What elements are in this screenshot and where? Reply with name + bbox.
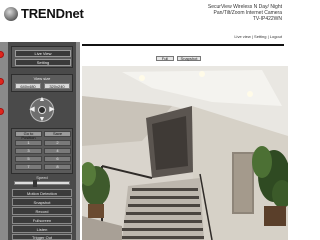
camera-web-ui: TRENDnet SecurView Wireless N Day/ Night… bbox=[0, 0, 288, 240]
preset-cell[interactable]: 5 bbox=[15, 156, 42, 162]
stairwell-shadow bbox=[152, 116, 188, 170]
live-view-label: Live View bbox=[34, 51, 52, 56]
record-label: Record bbox=[35, 208, 49, 214]
pan-down-icon[interactable]: ▼ bbox=[38, 116, 46, 124]
save-header: Save bbox=[44, 131, 71, 137]
preset-cell[interactable]: 6 bbox=[44, 156, 71, 162]
video-toolbar: Full Snapshot bbox=[82, 44, 284, 64]
preset-header-row: Go to Position Save bbox=[14, 131, 72, 140]
preset-cell[interactable]: 2 bbox=[44, 140, 71, 146]
preset-row: 3 4 bbox=[14, 148, 72, 154]
door-panel bbox=[234, 154, 252, 212]
live-video-frame[interactable] bbox=[82, 66, 288, 240]
trigger-out-label: Trigger Out bbox=[31, 234, 53, 240]
preset-cell[interactable]: 1 bbox=[15, 140, 42, 146]
preset-row: 7 8 bbox=[14, 164, 72, 170]
ceiling-light-icon bbox=[139, 75, 145, 81]
full-view-button[interactable]: Full bbox=[156, 56, 174, 61]
preset-cell[interactable]: 7 bbox=[15, 164, 42, 170]
callout-marker-3 bbox=[0, 108, 4, 115]
product-model: TV-IP422WN bbox=[252, 16, 282, 22]
railing bbox=[101, 165, 153, 179]
view-size-option-1-label: 640x480 bbox=[20, 83, 36, 89]
view-size-box: View size 640x480 320x240 bbox=[11, 74, 73, 92]
setting-button[interactable]: Setting bbox=[15, 59, 71, 66]
logo-text: TRENDnet bbox=[21, 6, 84, 21]
callout-marker-2 bbox=[0, 78, 4, 85]
view-size-option-2[interactable]: 320x240 bbox=[44, 83, 70, 89]
video-area: Full Snapshot bbox=[80, 40, 288, 240]
ceiling-light-icon bbox=[199, 71, 205, 77]
top-nav-links[interactable]: Live view | Setting | Logout bbox=[234, 34, 282, 39]
callout-marker-1 bbox=[0, 51, 4, 58]
snapshot-label: Snapshot bbox=[33, 199, 51, 205]
fullscreen-button[interactable]: Fullscreen bbox=[12, 216, 72, 224]
plant-left bbox=[82, 162, 110, 218]
speed-slider[interactable] bbox=[14, 180, 70, 187]
header: TRENDnet SecurView Wireless N Day/ Night… bbox=[0, 0, 288, 40]
setting-label: Setting bbox=[36, 60, 50, 65]
fullscreen-label: Fullscreen bbox=[32, 217, 52, 223]
view-mode-box: Live View Setting bbox=[11, 46, 73, 68]
motion-detection-label: Motion Detection bbox=[26, 190, 57, 196]
speed-label: Speed bbox=[36, 175, 48, 180]
view-size-label: View size bbox=[33, 76, 51, 81]
listen-label: Listen bbox=[36, 226, 48, 232]
record-button[interactable]: Record bbox=[12, 207, 72, 215]
pan-up-icon[interactable]: ▲ bbox=[38, 96, 46, 104]
preset-row: 1 2 bbox=[14, 140, 72, 146]
preset-grid: Go to Position Save 1 2 3 4 5 6 7 8 bbox=[11, 128, 73, 174]
left-control-panel: Live View Setting View size 640x480 320x… bbox=[0, 42, 80, 240]
listen-button[interactable]: Listen bbox=[12, 225, 72, 233]
live-view-button[interactable]: Live View bbox=[15, 50, 71, 57]
preset-row: 5 6 bbox=[14, 156, 72, 162]
video-snapshot-label: Snapshot bbox=[180, 56, 198, 61]
view-size-option-2-label: 320x240 bbox=[49, 83, 65, 89]
pan-right-icon[interactable]: ▶ bbox=[48, 106, 56, 114]
ptz-home-button[interactable] bbox=[38, 106, 46, 114]
logo-mark-icon bbox=[4, 6, 18, 21]
pan-left-icon[interactable]: ◀ bbox=[28, 106, 36, 114]
snapshot-button[interactable]: Snapshot bbox=[12, 198, 72, 206]
trigger-out-button[interactable]: Trigger Out bbox=[12, 234, 72, 240]
speed-slider-knob[interactable] bbox=[33, 180, 37, 187]
ptz-control-pad: ▲ ▼ ◀ ▶ bbox=[26, 94, 58, 126]
ceiling-light-icon bbox=[247, 91, 253, 97]
product-title: SecurView Wireless N Day/ Night Pan/Tilt… bbox=[172, 4, 282, 22]
camera-scene-image bbox=[82, 66, 288, 240]
preset-cell[interactable]: 3 bbox=[15, 148, 42, 154]
full-view-label: Full bbox=[161, 56, 169, 61]
go-to-position-header: Go to Position bbox=[15, 131, 42, 140]
video-snapshot-button[interactable]: Snapshot bbox=[177, 56, 201, 61]
preset-cell[interactable]: 4 bbox=[44, 148, 71, 154]
preset-cell[interactable]: 8 bbox=[44, 164, 71, 170]
motion-detection-button[interactable]: Motion Detection bbox=[12, 189, 72, 197]
trendnet-logo: TRENDnet bbox=[4, 6, 84, 21]
view-size-option-1[interactable]: 640x480 bbox=[15, 83, 41, 89]
